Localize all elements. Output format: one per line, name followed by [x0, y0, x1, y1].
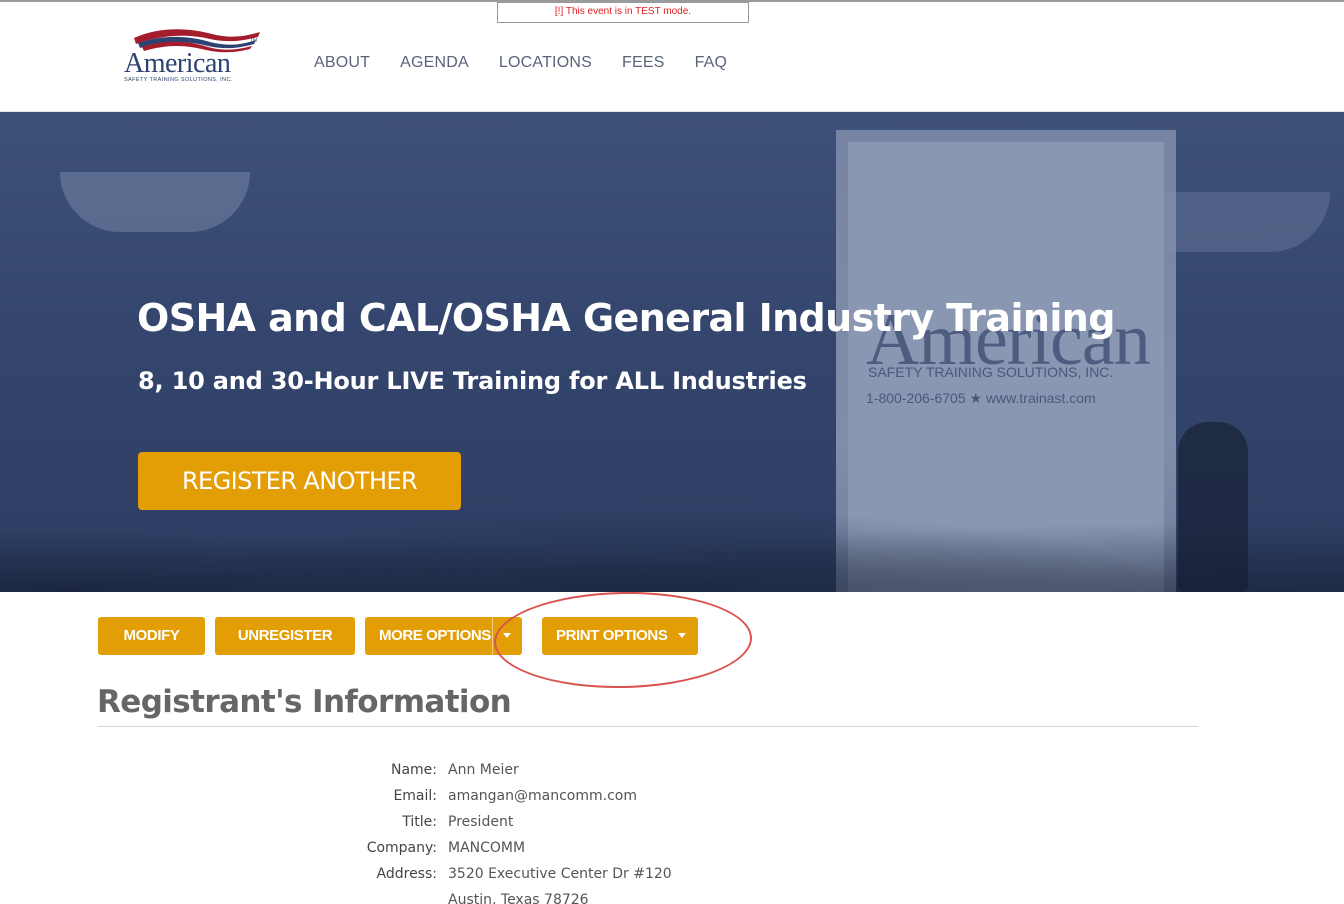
nav-faq[interactable]: FAQ: [695, 54, 728, 72]
ceiling-lamp-left: [60, 172, 250, 232]
screen-contact-text: 1-800-206-6705 ★ www.trainast.com: [866, 390, 1096, 406]
info-label: Name:: [390, 762, 437, 778]
logo-tagline: SAFETY TRAINING SOLUTIONS, INC.: [124, 77, 233, 83]
section-title: Registrant's Information: [97, 684, 512, 720]
section-divider: [98, 726, 1198, 727]
more-options-button[interactable]: MORE OPTIONS: [365, 617, 522, 655]
screen-company-text: SAFETY TRAINING SOLUTIONS, INC.: [868, 364, 1114, 380]
register-another-button[interactable]: REGISTER ANOTHER: [138, 452, 461, 510]
print-options-label: PRINT OPTIONS: [556, 627, 668, 644]
hero-title: OSHA and CAL/OSHA General Industry Train…: [137, 296, 1115, 340]
nav-fees[interactable]: FEES: [622, 54, 665, 72]
modify-button[interactable]: MODIFY: [98, 617, 205, 655]
nav-locations[interactable]: LOCATIONS: [499, 54, 592, 72]
logo-trademark: TM: [250, 38, 258, 44]
info-label: Email:: [393, 788, 437, 804]
info-value: 3520 Executive Center Dr #120: [448, 866, 672, 882]
hero-subtitle: 8, 10 and 30-Hour LIVE Training for ALL …: [138, 367, 807, 395]
info-label: Address:: [376, 866, 437, 882]
main-nav: ABOUT AGENDA LOCATIONS FEES FAQ: [314, 54, 757, 72]
info-value: President: [448, 814, 514, 830]
info-label: Company:: [366, 840, 437, 856]
info-label: Title:: [402, 814, 437, 830]
nav-about[interactable]: ABOUT: [314, 54, 370, 72]
info-value: Austin, Texas 78726: [448, 892, 589, 904]
hero-banner: American SAFETY TRAINING SOLUTIONS, INC.…: [0, 112, 1344, 592]
nav-agenda[interactable]: AGENDA: [400, 54, 469, 72]
unregister-button[interactable]: UNREGISTER: [215, 617, 355, 655]
info-value: amangan@mancomm.com: [448, 788, 637, 804]
brand-logo[interactable]: American SAFETY TRAINING SOLUTIONS, INC.…: [120, 26, 265, 88]
print-options-button[interactable]: PRINT OPTIONS: [542, 617, 698, 655]
split-divider: [492, 617, 493, 655]
info-value: Ann Meier: [448, 762, 519, 778]
caret-down-icon: [503, 633, 511, 638]
info-value: MANCOMM: [448, 840, 526, 856]
more-options-label: MORE OPTIONS: [379, 627, 491, 644]
logo-wordmark: American: [124, 48, 231, 79]
caret-down-icon: [678, 633, 686, 638]
test-mode-banner: [!] This event is in TEST mode.: [497, 2, 749, 23]
